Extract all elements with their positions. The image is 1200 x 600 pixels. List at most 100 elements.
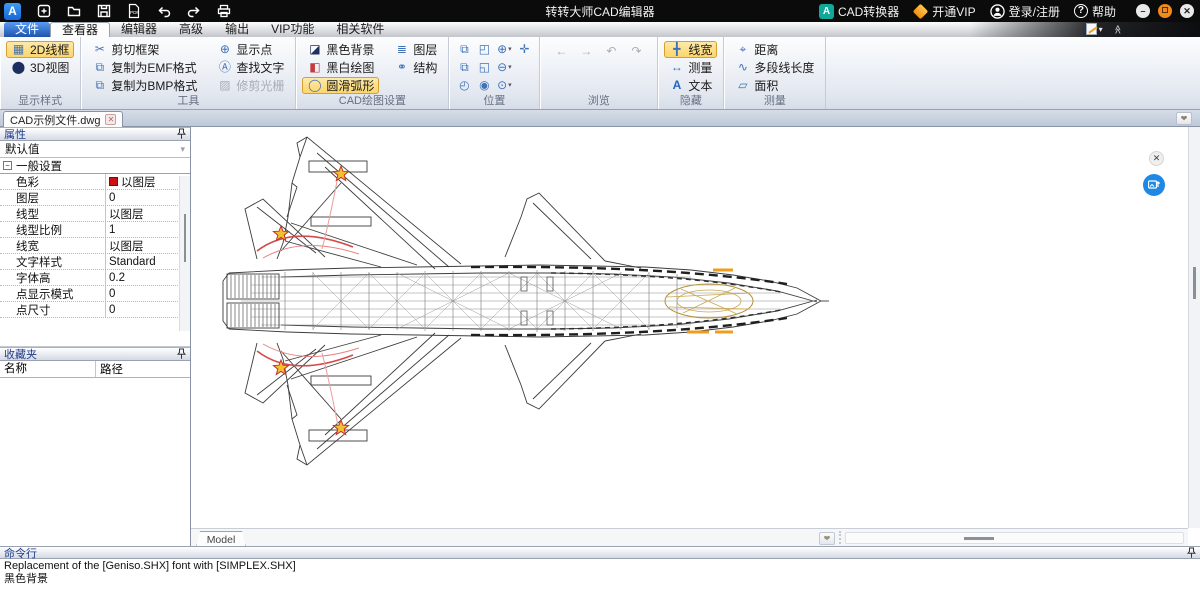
- export-pdf-button[interactable]: PDF: [125, 3, 143, 19]
- zoom-selection-icon: ⊙: [497, 78, 507, 92]
- zoom-out-button[interactable]: ⊖▾: [495, 59, 513, 75]
- property-row-font-height: 字体高0.2: [0, 270, 190, 286]
- property-group-row[interactable]: −一般设置: [0, 158, 190, 174]
- pin-icon[interactable]: [177, 128, 186, 140]
- restore-button[interactable]: [1158, 4, 1172, 18]
- ribbon: ▦2D线框 ⬤3D视图 显示样式 ✂剪切框架 ⧉复制为EMF格式 ⧉复制为BMP…: [0, 37, 1200, 110]
- scrollbar-thumb[interactable]: [1193, 267, 1196, 299]
- clip-frame-button[interactable]: ✂剪切框架: [87, 41, 202, 58]
- black-background-icon: ◪: [307, 42, 322, 57]
- window-controls: – ✕: [1136, 4, 1194, 18]
- column-path[interactable]: 路径: [96, 361, 190, 377]
- tab-related-software[interactable]: 相关软件: [325, 22, 395, 37]
- zoom-extents-button[interactable]: ◉: [475, 77, 493, 93]
- scrollbar-thumb[interactable]: [964, 537, 994, 540]
- document-tab[interactable]: CAD示例文件.dwg ✕: [3, 111, 123, 127]
- customize-toolbar-button[interactable]: ▾: [1086, 23, 1103, 35]
- copy-emf-button[interactable]: ⧉复制为EMF格式: [87, 59, 202, 76]
- login-link[interactable]: 登录/注册: [990, 3, 1060, 20]
- caret-down-icon: ▾: [508, 45, 512, 53]
- tab-list-chevron-icon[interactable]: ❤: [1176, 112, 1192, 125]
- show-points-button[interactable]: ⊕显示点: [212, 41, 289, 58]
- pan-hand-icon: ✛: [519, 42, 529, 56]
- bw-drawing-button[interactable]: ◧黑白绘图: [302, 59, 379, 76]
- canvas-popup-close-icon[interactable]: ✕: [1149, 151, 1164, 166]
- properties-header: 属性: [0, 127, 190, 141]
- vip-diamond-icon: [913, 3, 929, 19]
- tab-output[interactable]: 输出: [214, 22, 260, 37]
- cad-converter-link[interactable]: ACAD转换器: [819, 3, 899, 20]
- tab-file[interactable]: 文件: [4, 22, 50, 37]
- structure-button[interactable]: ⚭结构: [389, 59, 442, 76]
- distance-button[interactable]: ⌖距离: [730, 41, 819, 58]
- vip-link[interactable]: 开通VIP: [913, 3, 975, 20]
- fit-view-icon: ◱: [479, 60, 490, 74]
- 3d-view-button[interactable]: ⬤3D视图: [6, 59, 74, 76]
- forward-button: →: [577, 43, 595, 59]
- redo-button[interactable]: [185, 3, 203, 19]
- image-convert-floating-button[interactable]: [1143, 174, 1165, 196]
- undo-button[interactable]: [155, 3, 173, 19]
- collapse-ribbon-icon[interactable]: ≪: [1112, 24, 1123, 33]
- save-button[interactable]: [95, 3, 113, 19]
- zoom-selection-button[interactable]: ⊙▾: [495, 77, 513, 93]
- line-width-button[interactable]: ╋线宽: [664, 41, 717, 58]
- bw-drawing-icon: ◧: [307, 60, 322, 75]
- minimize-button[interactable]: –: [1136, 4, 1150, 18]
- 2d-wireframe-button[interactable]: ▦2D线框: [6, 41, 74, 58]
- find-text-button[interactable]: Ⓐ查找文字: [212, 59, 289, 76]
- paste-view-button[interactable]: ⧉: [455, 59, 473, 75]
- document-tab-bar: CAD示例文件.dwg ✕ ❤: [0, 110, 1200, 127]
- ribbon-group-measure: ⌖距离 ∿多段线长度 ▱面积 测量: [724, 37, 826, 109]
- caret-down-icon: ▾: [508, 63, 512, 71]
- structure-icon: ⚭: [394, 60, 409, 75]
- group-label: 浏览: [540, 92, 657, 108]
- property-row-linetype: 线型以图层: [0, 206, 190, 222]
- caret-down-icon: ▾: [1099, 25, 1103, 34]
- converter-icon: A: [819, 4, 834, 19]
- tab-editor[interactable]: 编辑器: [110, 22, 168, 37]
- horizontal-scrollbar[interactable]: [845, 532, 1184, 544]
- close-button[interactable]: ✕: [1180, 4, 1194, 18]
- property-row-point-mode: 点显示模式0: [0, 286, 190, 302]
- tab-vip-features[interactable]: VIP功能: [260, 22, 325, 37]
- open-file-button[interactable]: [65, 3, 83, 19]
- column-name[interactable]: 名称: [0, 361, 96, 377]
- tab-advanced[interactable]: 高级: [168, 22, 214, 37]
- close-document-icon[interactable]: ✕: [105, 114, 116, 125]
- copy-view-button[interactable]: ⧉: [455, 41, 473, 57]
- pin-icon[interactable]: [1187, 547, 1196, 559]
- property-group-label: 一般设置: [16, 158, 62, 174]
- divider: [839, 531, 842, 544]
- measure-toggle-button[interactable]: ↔测量: [664, 59, 717, 76]
- preset-combobox[interactable]: 默认值 ▾: [0, 141, 190, 158]
- collapse-group-icon[interactable]: −: [3, 161, 12, 170]
- properties-scrollbar[interactable]: [179, 176, 190, 331]
- fit-view-button[interactable]: ◱: [475, 59, 493, 75]
- ribbon-group-display-style: ▦2D线框 ⬤3D视图 显示样式: [0, 37, 81, 109]
- command-line-panel: 命令行 Replacement of the [Geniso.SHX] font…: [0, 546, 1200, 600]
- drawing-canvas[interactable]: ✕ Model ❤: [191, 127, 1200, 546]
- clip-frame-icon: ✂: [92, 42, 107, 57]
- polyline-length-button[interactable]: ∿多段线长度: [730, 59, 819, 76]
- ribbon-group-tools: ✂剪切框架 ⧉复制为EMF格式 ⧉复制为BMP格式 ⊕显示点 Ⓐ查找文字 ▨修剪…: [81, 37, 296, 109]
- cad-editor-window: A PDF 转转大师CAD编辑器 ACAD转换器 开通VIP 登录/注册 ?帮助…: [0, 0, 1200, 600]
- print-button[interactable]: [215, 3, 233, 19]
- model-space-tab[interactable]: Model: [196, 531, 246, 547]
- expand-panel-chevron-icon[interactable]: ❤: [819, 532, 835, 545]
- new-file-button[interactable]: [35, 3, 53, 19]
- pan-button[interactable]: ✛: [515, 41, 533, 57]
- black-background-button[interactable]: ◪黑色背景: [302, 41, 379, 58]
- tab-viewer[interactable]: 查看器: [50, 22, 110, 37]
- scrollbar-thumb[interactable]: [184, 214, 186, 262]
- zoom-window-button[interactable]: ◰: [475, 41, 493, 57]
- pin-icon[interactable]: [177, 348, 186, 360]
- rotate-view-button[interactable]: ◴: [455, 77, 473, 93]
- command-line-output[interactable]: Replacement of the [Geniso.SHX] font wit…: [0, 559, 1200, 587]
- vertical-scrollbar[interactable]: [1188, 127, 1200, 528]
- zoom-in-button[interactable]: ⊕▾: [495, 41, 513, 57]
- ribbon-group-hide: ╋线宽 ↔测量 A文本 隐藏: [658, 37, 724, 109]
- layers-button[interactable]: ≣图层: [389, 41, 442, 58]
- help-link[interactable]: ?帮助: [1074, 3, 1116, 20]
- ribbon-group-cad-settings: ◪黑色背景 ◧黑白绘图 ◯圆滑弧形 ≣图层 ⚭结构 CAD绘图设置: [296, 37, 449, 109]
